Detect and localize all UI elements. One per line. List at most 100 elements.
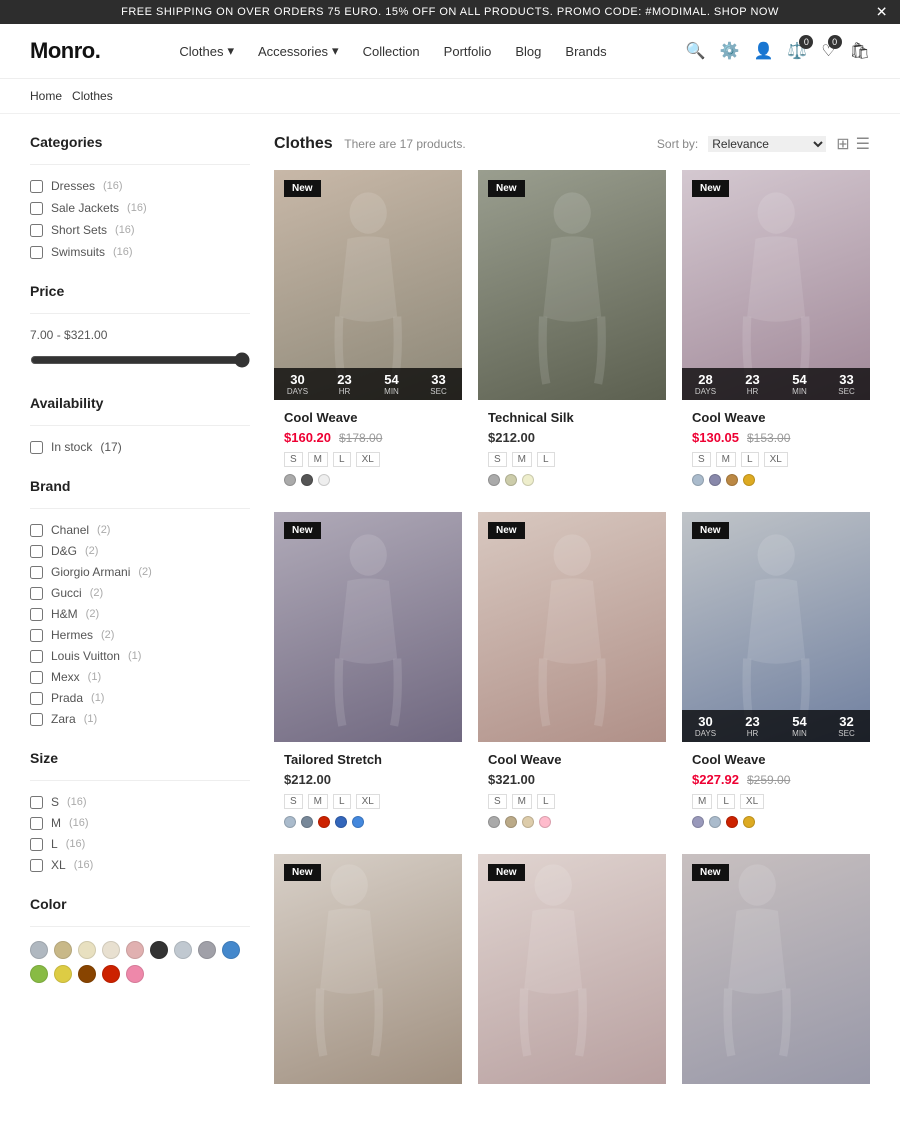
grid-view-icon[interactable]: ⊞ (836, 134, 849, 154)
product-card[interactable]: New 30DAYS 23HR 54MIN 33SEC Cool Weave $… (274, 170, 462, 496)
nav-clothes[interactable]: Clothes ▾ (179, 43, 234, 59)
product-color-dot[interactable] (301, 816, 313, 828)
color-swatch[interactable] (126, 965, 144, 983)
product-color-dot[interactable] (709, 816, 721, 828)
size-tag[interactable]: XL (356, 794, 380, 809)
brand-item[interactable]: Louis Vuitton (1) (30, 649, 250, 663)
color-swatch[interactable] (222, 941, 240, 959)
breadcrumb-home[interactable]: Home (30, 89, 62, 103)
brand-item[interactable]: Gucci (2) (30, 586, 250, 600)
cart-icon[interactable]: 🛍 (850, 41, 870, 61)
product-color-dot[interactable] (522, 474, 534, 486)
product-color-dot[interactable] (284, 474, 296, 486)
product-color-dot[interactable] (488, 474, 500, 486)
logo[interactable]: Monro. (30, 38, 100, 64)
color-swatch[interactable] (102, 941, 120, 959)
color-swatch[interactable] (78, 941, 96, 959)
product-color-dot[interactable] (488, 816, 500, 828)
product-color-dot[interactable] (726, 474, 738, 486)
product-color-dot[interactable] (743, 816, 755, 828)
category-item[interactable]: Short Sets (16) (30, 223, 250, 237)
size-tag[interactable]: XL (764, 452, 788, 467)
size-tag[interactable]: S (488, 794, 507, 809)
product-card[interactable]: New Cool Weave $321.00 SML (478, 512, 666, 838)
size-filter-item[interactable]: M (16) (30, 816, 250, 830)
color-swatch[interactable] (78, 965, 96, 983)
color-swatch[interactable] (198, 941, 216, 959)
product-color-dot[interactable] (505, 816, 517, 828)
brand-item[interactable]: D&G (2) (30, 544, 250, 558)
nav-blog[interactable]: Blog (515, 44, 541, 59)
product-card[interactable]: New Technical Silk $212.00 SML (478, 170, 666, 496)
product-color-dot[interactable] (505, 474, 517, 486)
size-tag[interactable]: L (333, 794, 351, 809)
account-icon[interactable]: 👤 (753, 41, 773, 61)
nav-brands[interactable]: Brands (565, 44, 606, 59)
size-tag[interactable]: XL (356, 452, 380, 467)
size-tag[interactable]: M (308, 452, 328, 467)
brand-item[interactable]: H&M (2) (30, 607, 250, 621)
product-color-dot[interactable] (352, 816, 364, 828)
size-tag[interactable]: L (537, 794, 555, 809)
size-filter-item[interactable]: S (16) (30, 795, 250, 809)
product-card[interactable]: New (478, 854, 666, 1109)
product-color-dot[interactable] (692, 474, 704, 486)
size-tag[interactable]: M (692, 794, 712, 809)
size-filter-item[interactable]: XL (16) (30, 858, 250, 872)
size-tag[interactable]: L (741, 452, 759, 467)
brand-item[interactable]: Chanel (2) (30, 523, 250, 537)
search-icon[interactable]: 🔍 (686, 41, 706, 61)
size-tag[interactable]: S (692, 452, 711, 467)
size-tag[interactable]: S (488, 452, 507, 467)
list-view-icon[interactable]: ☰ (856, 134, 870, 154)
product-color-dot[interactable] (522, 816, 534, 828)
product-color-dot[interactable] (335, 816, 347, 828)
product-color-dot[interactable] (284, 816, 296, 828)
price-range-slider[interactable] (30, 352, 250, 368)
color-swatch[interactable] (30, 941, 48, 959)
nav-collection[interactable]: Collection (363, 44, 420, 59)
settings-icon[interactable]: ⚙️ (720, 41, 740, 61)
sort-select[interactable]: Relevance Price: Low to High Price: High… (708, 136, 826, 152)
product-card[interactable]: New (682, 854, 870, 1109)
size-tag[interactable]: M (512, 452, 532, 467)
color-swatch[interactable] (54, 965, 72, 983)
wishlist-icon[interactable]: ♡0 (821, 41, 835, 61)
compare-icon[interactable]: ⚖️0 (787, 41, 807, 61)
product-color-dot[interactable] (539, 816, 551, 828)
nav-accessories[interactable]: Accessories ▾ (258, 43, 339, 59)
size-tag[interactable]: M (512, 794, 532, 809)
product-card[interactable]: New 28DAYS 23HR 54MIN 33SEC Cool Weave $… (682, 170, 870, 496)
category-item[interactable]: Sale Jackets (16) (30, 201, 250, 215)
category-item[interactable]: Swimsuits (16) (30, 245, 250, 259)
product-color-dot[interactable] (692, 816, 704, 828)
color-swatch[interactable] (126, 941, 144, 959)
product-color-dot[interactable] (726, 816, 738, 828)
size-tag[interactable]: M (716, 452, 736, 467)
brand-item[interactable]: Mexx (1) (30, 670, 250, 684)
category-item[interactable]: Dresses (16) (30, 179, 250, 193)
size-tag[interactable]: M (308, 794, 328, 809)
color-swatch[interactable] (174, 941, 192, 959)
brand-item[interactable]: Hermes (2) (30, 628, 250, 642)
color-swatch[interactable] (150, 941, 168, 959)
product-color-dot[interactable] (301, 474, 313, 486)
nav-portfolio[interactable]: Portfolio (444, 44, 492, 59)
size-tag[interactable]: S (284, 452, 303, 467)
size-tag[interactable]: XL (740, 794, 764, 809)
size-tag[interactable]: S (284, 794, 303, 809)
product-color-dot[interactable] (743, 474, 755, 486)
product-card[interactable]: New Tailored Stretch $212.00 SMLXL (274, 512, 462, 838)
announcement-close-icon[interactable]: ✕ (876, 4, 888, 21)
product-card[interactable]: New (274, 854, 462, 1109)
brand-item[interactable]: Prada (1) (30, 691, 250, 705)
product-card[interactable]: New 30DAYS 23HR 54MIN 32SEC Cool Weave $… (682, 512, 870, 838)
size-tag[interactable]: L (537, 452, 555, 467)
product-color-dot[interactable] (709, 474, 721, 486)
brand-item[interactable]: Giorgio Armani (2) (30, 565, 250, 579)
size-tag[interactable]: L (717, 794, 735, 809)
color-swatch[interactable] (54, 941, 72, 959)
brand-item[interactable]: Zara (1) (30, 712, 250, 726)
product-color-dot[interactable] (318, 816, 330, 828)
size-filter-item[interactable]: L (16) (30, 837, 250, 851)
